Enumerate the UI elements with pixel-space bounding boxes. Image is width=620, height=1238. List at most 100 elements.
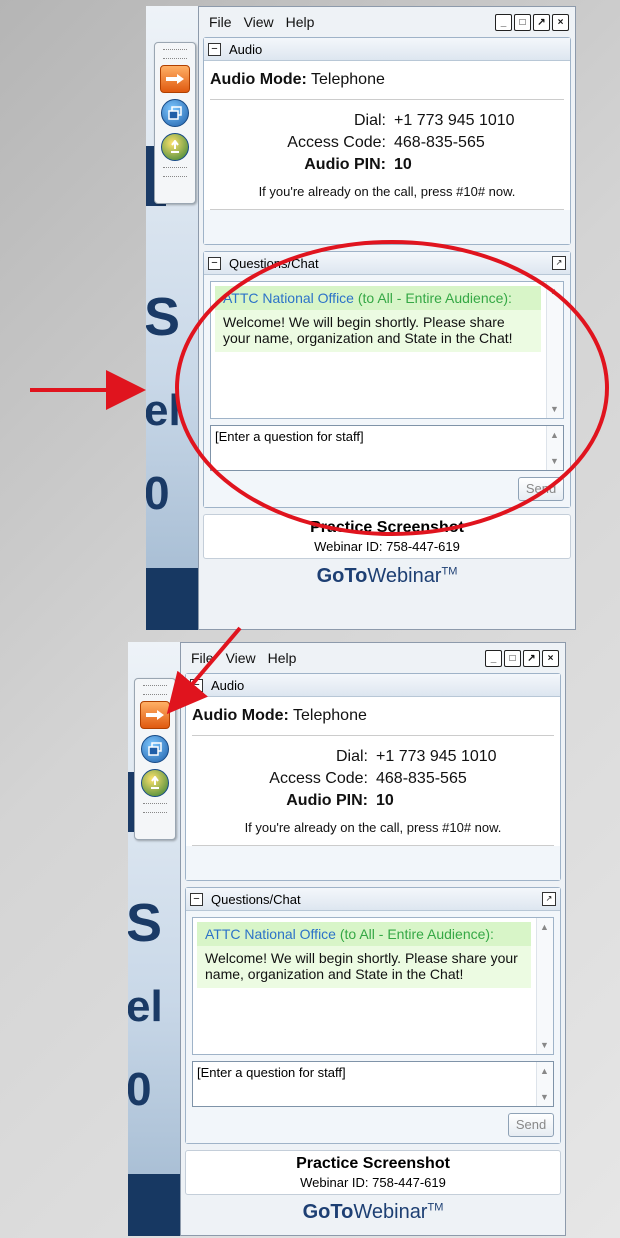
raise-hand-icon[interactable]	[141, 769, 169, 797]
send-row: Send	[192, 1113, 554, 1137]
chat-recipient: (to All - Entire Audience):	[339, 926, 494, 942]
audio-details: Audio Mode: Telephone Dial: +1 773 945 1…	[204, 61, 570, 210]
gotowebinar-control-panel: File View Help _ □ ↗ × − Audio Audio Mod…	[198, 6, 576, 630]
chat-pane-header: − Questions/Chat ↗	[186, 888, 560, 911]
dial-label: Dial:	[335, 748, 368, 765]
menu-view[interactable]: View	[244, 14, 274, 30]
scroll-down-icon[interactable]: ▼	[550, 456, 559, 466]
audio-mode: Audio Mode: Telephone	[210, 71, 564, 100]
audio-pin-label: Audio PIN:	[286, 792, 368, 809]
audio-details: Audio Mode: Telephone Dial: +1 773 945 1…	[186, 697, 560, 846]
minimize-icon[interactable]: _	[495, 13, 512, 31]
audio-mode-label: Audio Mode:	[210, 71, 307, 88]
slide-letter: S	[128, 893, 163, 953]
slide-letter: el	[128, 982, 163, 1031]
audio-spacer	[186, 846, 560, 880]
menu-view[interactable]: View	[226, 650, 256, 666]
menu-help[interactable]: Help	[286, 14, 315, 30]
logo-goto: GoTo	[302, 1201, 354, 1223]
menu-file[interactable]: File	[209, 14, 232, 30]
gotowebinar-control-panel: File View Help _ □ ↗ × − Audio Audio Mod…	[180, 642, 566, 1236]
chat-log-scrollbar[interactable]: ▲ ▼	[546, 282, 563, 418]
question-input[interactable]	[211, 426, 563, 470]
chat-message-header: ATTC National Office (to All - Entire Au…	[215, 286, 541, 310]
chat-body: ATTC National Office (to All - Entire Au…	[186, 911, 560, 1143]
gotowebinar-logo: GoToWebinarTM	[199, 559, 575, 588]
close-icon[interactable]: ×	[542, 649, 559, 667]
input-scrollbar[interactable]: ▲ ▼	[546, 426, 563, 470]
scroll-up-icon[interactable]: ▲	[550, 286, 559, 296]
popout-icon[interactable]: ↗	[523, 649, 540, 667]
scroll-down-icon[interactable]: ▼	[550, 404, 559, 414]
popout-icon[interactable]: ↗	[533, 13, 550, 31]
toolbar-grip[interactable]	[163, 167, 187, 177]
dial-row: Dial: +1 773 945 1010	[210, 112, 564, 134]
menu-file[interactable]: File	[191, 650, 214, 666]
audio-mode-label: Audio Mode:	[192, 707, 289, 724]
chat-body: ATTC National Office (to All - Entire Au…	[204, 275, 570, 507]
question-input-box[interactable]: ▲ ▼	[210, 425, 564, 471]
scroll-down-icon[interactable]: ▼	[540, 1092, 549, 1102]
audio-pane: − Audio Audio Mode: Telephone Dial: +1 7…	[203, 37, 571, 245]
maximize-icon[interactable]: □	[504, 649, 521, 667]
chat-message-header: ATTC National Office (to All - Entire Au…	[197, 922, 531, 946]
webinar-id: Webinar ID: 758-447-619	[314, 539, 460, 554]
question-input[interactable]	[193, 1062, 553, 1106]
toolbar-grip[interactable]	[163, 49, 187, 59]
menu-help[interactable]: Help	[268, 650, 297, 666]
slide-letter: S	[146, 287, 181, 347]
maximize-icon[interactable]: □	[514, 13, 531, 31]
webinar-id: Webinar ID: 758-447-619	[300, 1175, 446, 1190]
collapse-icon[interactable]: −	[208, 256, 221, 270]
audio-pin-row: Audio PIN: 10	[210, 156, 564, 178]
scroll-down-icon[interactable]: ▼	[540, 1040, 549, 1050]
menu-bar: File View Help _ □ ↗ ×	[199, 7, 575, 37]
close-icon[interactable]: ×	[552, 13, 569, 31]
toolbar-grip[interactable]	[143, 685, 167, 695]
questions-chat-pane: − Questions/Chat ↗ ATTC National Office …	[203, 251, 571, 508]
question-input-box[interactable]: ▲ ▼	[192, 1061, 554, 1107]
audio-pane-title: Audio	[229, 41, 263, 57]
collapse-icon[interactable]: −	[190, 892, 203, 906]
send-button[interactable]: Send	[508, 1113, 554, 1137]
scroll-up-icon[interactable]: ▲	[540, 1066, 549, 1076]
slide-letter: el	[146, 386, 181, 435]
audio-pane: − Audio Audio Mode: Telephone Dial: +1 7…	[185, 673, 561, 881]
input-scrollbar[interactable]: ▲ ▼	[536, 1062, 553, 1106]
arrow-right-icon[interactable]	[160, 65, 190, 93]
audio-pin-note: If you're already on the call, press #10…	[192, 820, 554, 846]
raise-hand-icon[interactable]	[161, 133, 189, 161]
window-controls: _ □ ↗ ×	[485, 649, 559, 667]
menu-bar: File View Help _ □ ↗ ×	[181, 643, 565, 673]
toolbar-grip[interactable]	[143, 803, 167, 813]
dial-label: Dial:	[353, 112, 386, 129]
access-code-row: Access Code: 468-835-565	[210, 134, 564, 156]
access-code-row: Access Code: 468-835-565	[192, 770, 554, 792]
scroll-up-icon[interactable]: ▲	[540, 922, 549, 932]
arrow-right-icon[interactable]	[140, 701, 170, 729]
scroll-up-icon[interactable]: ▲	[550, 430, 559, 440]
chat-log[interactable]: ATTC National Office (to All - Entire Au…	[192, 917, 554, 1055]
popout-icon[interactable]: ↗	[542, 892, 556, 906]
audio-pane-header: − Audio	[204, 38, 570, 61]
popout-icon[interactable]: ↗	[552, 256, 566, 270]
audio-spacer	[204, 210, 570, 244]
chat-message: Welcome! We will begin shortly. Please s…	[215, 310, 541, 352]
minimize-icon[interactable]: _	[485, 649, 502, 667]
send-button[interactable]: Send	[518, 477, 564, 501]
logo-webinar: Webinar	[353, 1201, 428, 1223]
chat-pane-title: Questions/Chat	[211, 891, 301, 907]
slide-footer-bar	[146, 568, 206, 630]
chat-log[interactable]: ATTC National Office (to All - Entire Au…	[210, 281, 564, 419]
access-code-label: Access Code:	[287, 134, 386, 151]
logo-tm: TM	[441, 565, 458, 578]
collapse-icon[interactable]: −	[208, 42, 221, 56]
chat-sender: ATTC National Office	[205, 926, 336, 942]
chat-pane-title: Questions/Chat	[229, 255, 319, 271]
chat-sender: ATTC National Office	[223, 290, 354, 306]
window-restore-icon[interactable]	[161, 99, 189, 127]
collapse-icon[interactable]: −	[190, 678, 203, 692]
chat-log-scrollbar[interactable]: ▲ ▼	[536, 918, 553, 1054]
logo-webinar: Webinar	[367, 565, 442, 587]
window-restore-icon[interactable]	[141, 735, 169, 763]
